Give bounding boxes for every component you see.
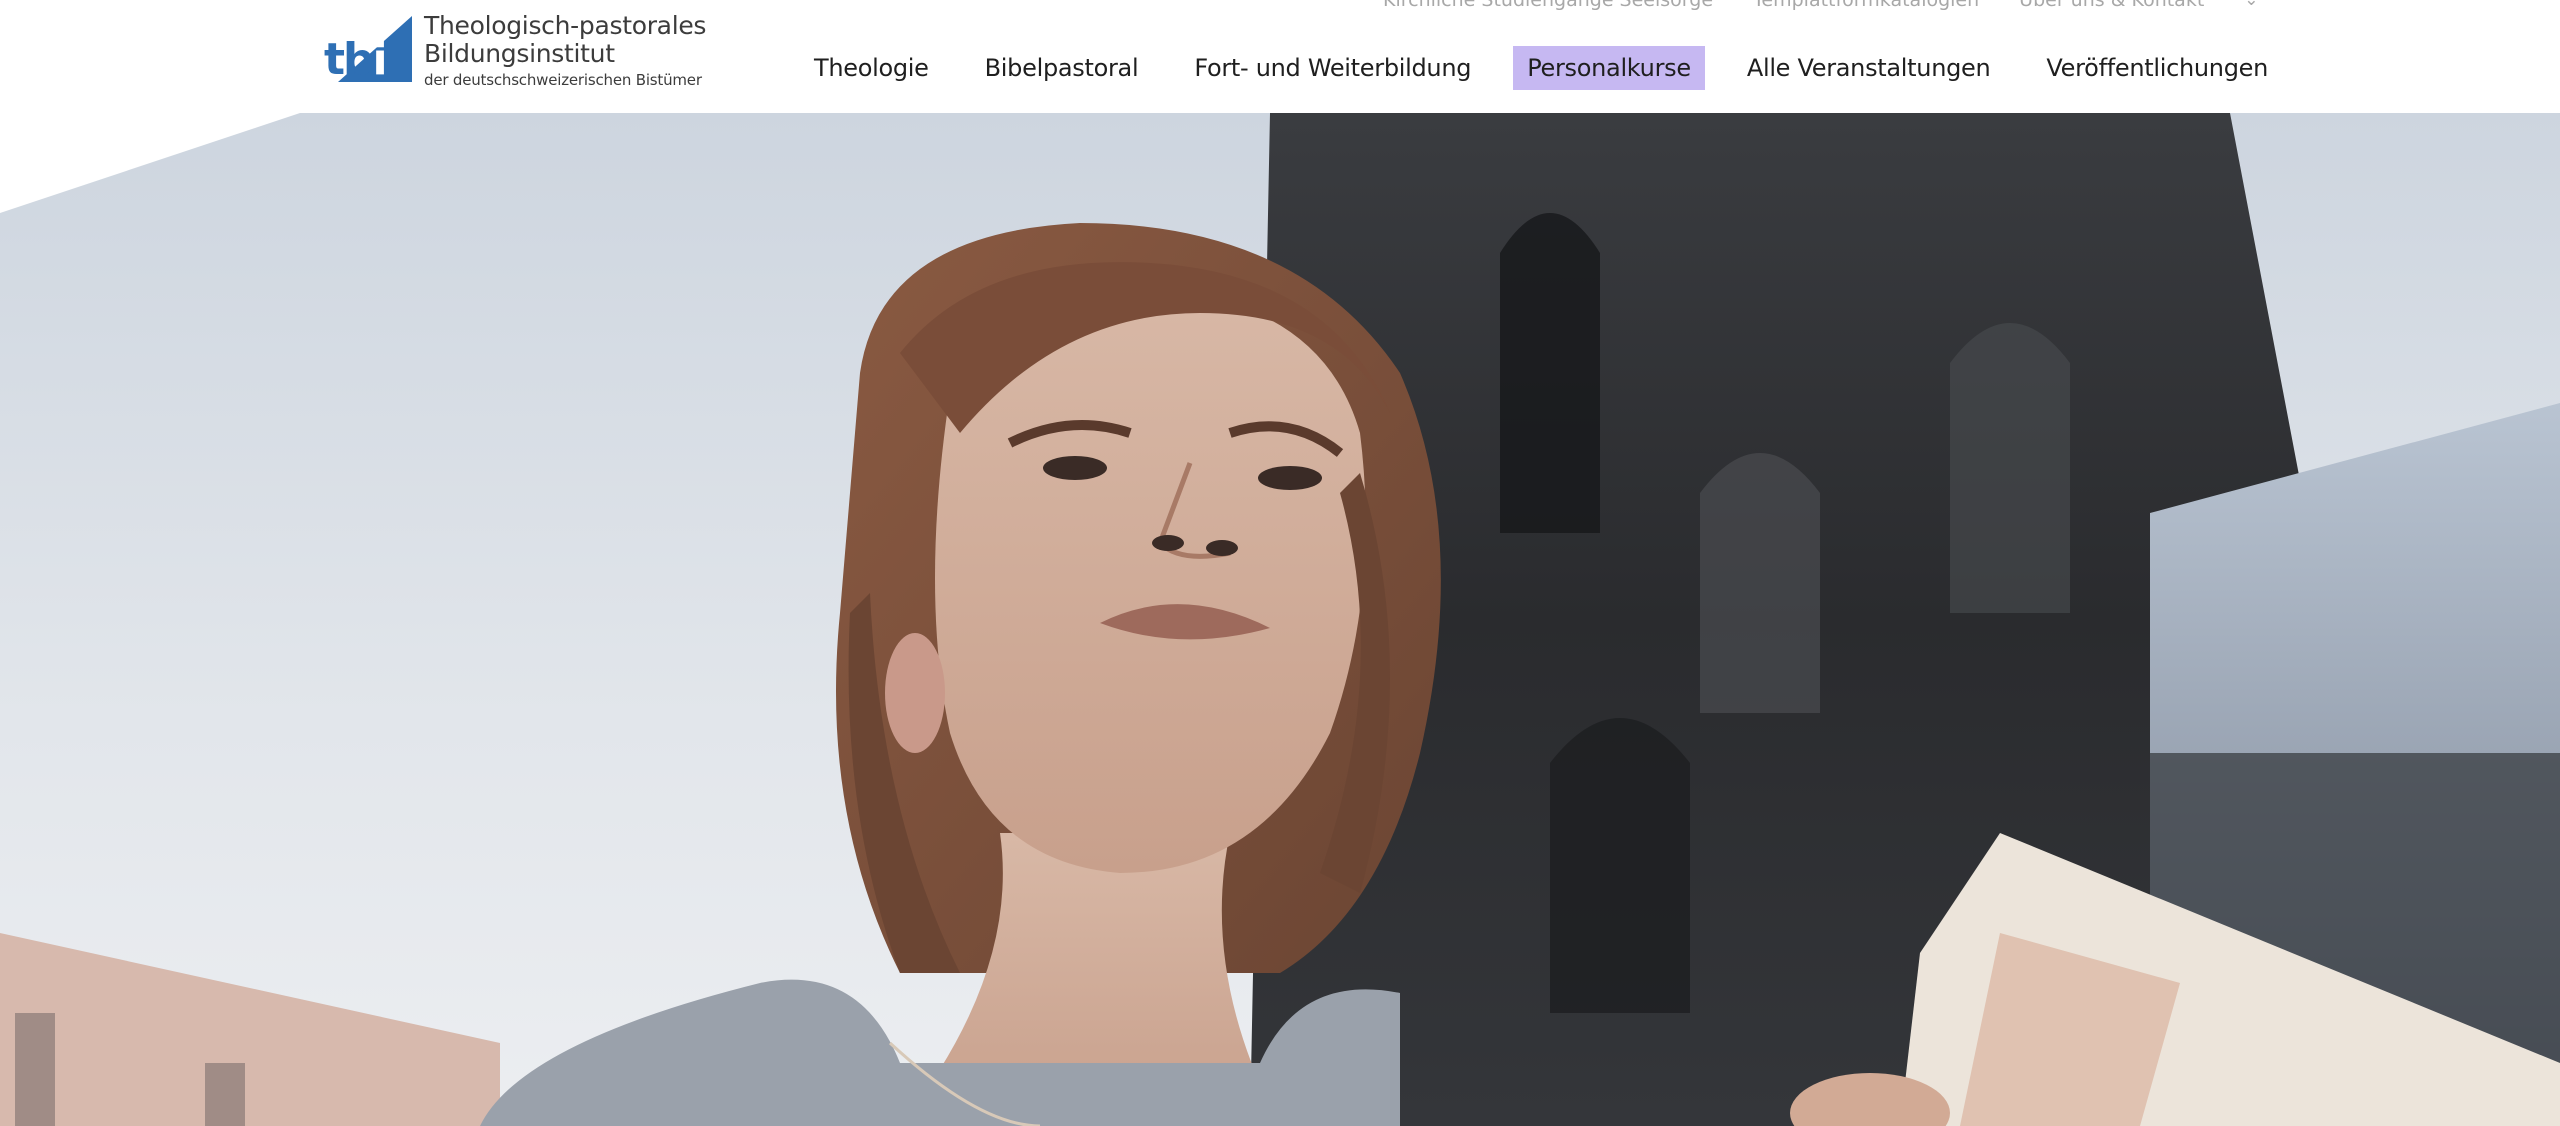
logo-mark-icon: tbi xyxy=(320,12,412,82)
nav-item-veroeffentlichungen[interactable]: Veröffentlichungen xyxy=(2032,46,2282,90)
hero-image xyxy=(0,113,2560,1126)
site-header: Kirchliche Studiengänge Seelsorge Templa… xyxy=(0,0,2560,113)
utility-link-ueber-uns[interactable]: Über uns & Kontakt xyxy=(2019,0,2204,11)
logo-line-2: Bildungsinstitut xyxy=(424,39,615,68)
hero-photo xyxy=(0,113,2560,1126)
chevron-down-icon[interactable]: ⌄ xyxy=(2244,0,2258,10)
logo-text: Theologisch-pastorales Bildungsinstitut … xyxy=(424,12,706,90)
logo-line-1: Theologisch-pastorales xyxy=(424,11,707,40)
nav-item-bibelpastoral[interactable]: Bibelpastoral xyxy=(971,46,1153,90)
utility-nav: Kirchliche Studiengänge Seelsorge Templa… xyxy=(1383,0,2259,12)
main-nav: Theologie Bibelpastoral Fort- und Weiter… xyxy=(800,46,2282,90)
nav-item-theologie[interactable]: Theologie xyxy=(800,46,943,90)
utility-link-studiengaenge[interactable]: Kirchliche Studiengänge Seelsorge xyxy=(1383,0,1713,11)
logo-mark-letter-i: i xyxy=(372,34,388,85)
utility-link-plattform[interactable]: Templattformkatalogien xyxy=(1753,0,1979,11)
nav-item-personalkurse[interactable]: Personalkurse xyxy=(1513,46,1705,90)
logo-line-3: der deutschschweizerischen Bistümer xyxy=(424,71,702,89)
logo-mark-letters: tb xyxy=(324,34,375,85)
nav-item-fort-und-weiterbildung[interactable]: Fort- und Weiterbildung xyxy=(1180,46,1485,90)
site-logo[interactable]: tbi Theologisch-pastorales Bildungsinsti… xyxy=(320,12,706,90)
nav-item-alle-veranstaltungen[interactable]: Alle Veranstaltungen xyxy=(1733,46,2005,90)
